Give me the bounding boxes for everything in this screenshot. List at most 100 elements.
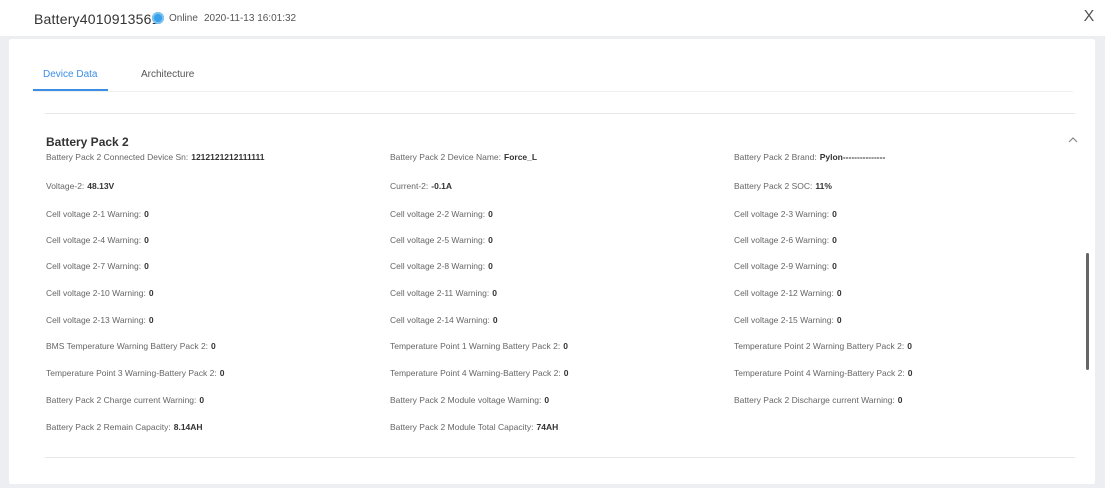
field-item: Battery Pack 2 Connected Device Sn: 12121…: [46, 152, 265, 162]
section-divider: [45, 113, 1075, 114]
field-value: 0: [907, 341, 912, 351]
field-label: Battery Pack 2 SOC:: [734, 181, 813, 191]
field-label: Cell voltage 2-7 Warning:: [46, 261, 142, 271]
field-item: Temperature Point 4 Warning-Battery Pack…: [390, 368, 568, 378]
field-value: Pylon---------------: [819, 152, 886, 162]
bottom-divider: [45, 457, 1075, 458]
field-value: 0: [199, 395, 205, 405]
field-item: Cell voltage 2-4 Warning: 0: [46, 235, 149, 245]
field-label: Cell voltage 2-13 Warning:: [46, 315, 146, 325]
field-label: Battery Pack 2 Brand:: [734, 152, 817, 162]
field-value: 8.14AH: [173, 422, 203, 432]
field-item: Temperature Point 2 Warning Battery Pack…: [734, 341, 912, 351]
field-label: BMS Temperature Warning Battery Pack 2:: [46, 341, 209, 351]
chevron-up-icon[interactable]: [1066, 133, 1080, 147]
field-item: Battery Pack 2 Module Total Capacity: 74A…: [390, 422, 558, 432]
vertical-scrollbar[interactable]: [1086, 253, 1089, 370]
field-item: Cell voltage 2-10 Warning: 0: [46, 288, 154, 298]
tab-device-data[interactable]: Device Data: [43, 69, 97, 80]
content-panel: Device Data Architecture Battery Pack 2 …: [9, 39, 1095, 484]
field-item: Temperature Point 3 Warning-Battery Pack…: [46, 368, 224, 378]
field-value: 0: [836, 288, 842, 298]
field-value: 0: [832, 209, 837, 219]
field-item: Cell voltage 2-13 Warning: 0: [46, 315, 154, 325]
field-label: Cell voltage 2-9 Warning:: [734, 261, 830, 271]
field-value: 74AH: [536, 422, 559, 432]
field-value: 48.13V: [87, 181, 115, 191]
field-item: Voltage-2: 48.13V: [46, 181, 114, 191]
status-text: Online: [169, 13, 198, 24]
device-title: Battery4010913561: [34, 11, 160, 27]
field-label: Temperature Point 4 Warning-Battery Pack…: [734, 368, 905, 378]
close-button[interactable]: X: [1081, 8, 1097, 26]
field-value: 0: [897, 395, 903, 405]
field-value: 0: [144, 235, 149, 245]
field-value: -0.1A: [431, 181, 453, 191]
field-item: Cell voltage 2-9 Warning: 0: [734, 261, 837, 271]
modal-header: Battery4010913561 Online 2020-11-13 16:0…: [0, 0, 1105, 36]
field-label: Battery Pack 2 Device Name:: [390, 152, 502, 162]
field-item: Cell voltage 2-14 Warning: 0: [390, 315, 498, 325]
field-value: 0: [492, 315, 498, 325]
field-value: 0: [488, 261, 493, 271]
field-item: Cell voltage 2-15 Warning: 0: [734, 315, 842, 325]
field-item: Current-2: -0.1A: [390, 181, 452, 191]
field-label: Cell voltage 2-12 Warning:: [734, 288, 834, 298]
field-item: Cell voltage 2-8 Warning: 0: [390, 261, 493, 271]
field-label: Cell voltage 2-2 Warning:: [390, 209, 486, 219]
tab-architecture[interactable]: Architecture: [141, 69, 194, 80]
field-value: 1212121212111111: [191, 152, 265, 162]
field-label: Voltage-2:: [46, 181, 85, 191]
field-item: Battery Pack 2 Device Name: Force_L: [390, 152, 537, 162]
tabs-divider: [33, 91, 1073, 92]
field-label: Cell voltage 2-4 Warning:: [46, 235, 142, 245]
field-label: Battery Pack 2 Discharge current Warning…: [734, 395, 895, 405]
field-value: Force_L: [504, 152, 538, 162]
field-label: Temperature Point 2 Warning Battery Pack…: [734, 341, 905, 351]
field-value: 0: [219, 368, 225, 378]
field-label: Battery Pack 2 Charge current Warning:: [46, 395, 197, 405]
field-label: Cell voltage 2-6 Warning:: [734, 235, 830, 245]
field-label: Temperature Point 3 Warning-Battery Pack…: [46, 368, 217, 378]
field-value: 0: [832, 261, 837, 271]
field-item: Cell voltage 2-3 Warning: 0: [734, 209, 837, 219]
field-item: Temperature Point 1 Warning Battery Pack…: [390, 341, 568, 351]
field-value: 0: [563, 341, 568, 351]
field-value: 0: [144, 209, 149, 219]
field-item: Temperature Point 4 Warning-Battery Pack…: [734, 368, 912, 378]
field-label: Cell voltage 2-3 Warning:: [734, 209, 830, 219]
field-item: Battery Pack 2 SOC: 11%: [734, 181, 832, 191]
field-label: Cell voltage 2-15 Warning:: [734, 315, 834, 325]
field-label: Cell voltage 2-5 Warning:: [390, 235, 486, 245]
field-item: Battery Pack 2 Charge current Warning: 0: [46, 395, 204, 405]
field-label: Temperature Point 1 Warning Battery Pack…: [390, 341, 561, 351]
section-title: Battery Pack 2: [46, 135, 129, 149]
field-item: Cell voltage 2-1 Warning: 0: [46, 209, 149, 219]
field-item: Cell voltage 2-5 Warning: 0: [390, 235, 493, 245]
field-label: Battery Pack 2 Module voltage Warning:: [390, 395, 542, 405]
field-item: Battery Pack 2 Brand: Pylon--------------…: [734, 152, 885, 162]
field-label: Current-2:: [390, 181, 429, 191]
status-timestamp: 2020-11-13 16:01:32: [204, 13, 297, 24]
field-item: Battery Pack 2 Module voltage Warning: 0: [390, 395, 549, 405]
field-item: Battery Pack 2 Discharge current Warning…: [734, 395, 903, 405]
field-label: Battery Pack 2 Remain Capacity:: [46, 422, 171, 432]
field-item: Cell voltage 2-2 Warning: 0: [390, 209, 493, 219]
field-item: Cell voltage 2-12 Warning: 0: [734, 288, 842, 298]
field-label: Battery Pack 2 Module Total Capacity:: [390, 422, 534, 432]
field-label: Cell voltage 2-14 Warning:: [390, 315, 490, 325]
field-label: Cell voltage 2-1 Warning:: [46, 209, 142, 219]
field-label: Cell voltage 2-10 Warning:: [46, 288, 146, 298]
field-value: 0: [836, 315, 842, 325]
field-label: Battery Pack 2 Connected Device Sn:: [46, 152, 189, 162]
field-item: Cell voltage 2-11 Warning: 0: [390, 288, 497, 298]
field-value: 0: [563, 368, 569, 378]
field-item: Battery Pack 2 Remain Capacity: 8.14AH: [46, 422, 203, 432]
field-label: Cell voltage 2-11 Warning:: [390, 288, 490, 298]
field-value: 0: [907, 368, 913, 378]
field-value: 0: [144, 261, 149, 271]
field-item: Cell voltage 2-6 Warning: 0: [734, 235, 837, 245]
online-status-icon: [152, 12, 164, 24]
field-value: 0: [832, 235, 837, 245]
field-value: 11%: [815, 181, 832, 191]
